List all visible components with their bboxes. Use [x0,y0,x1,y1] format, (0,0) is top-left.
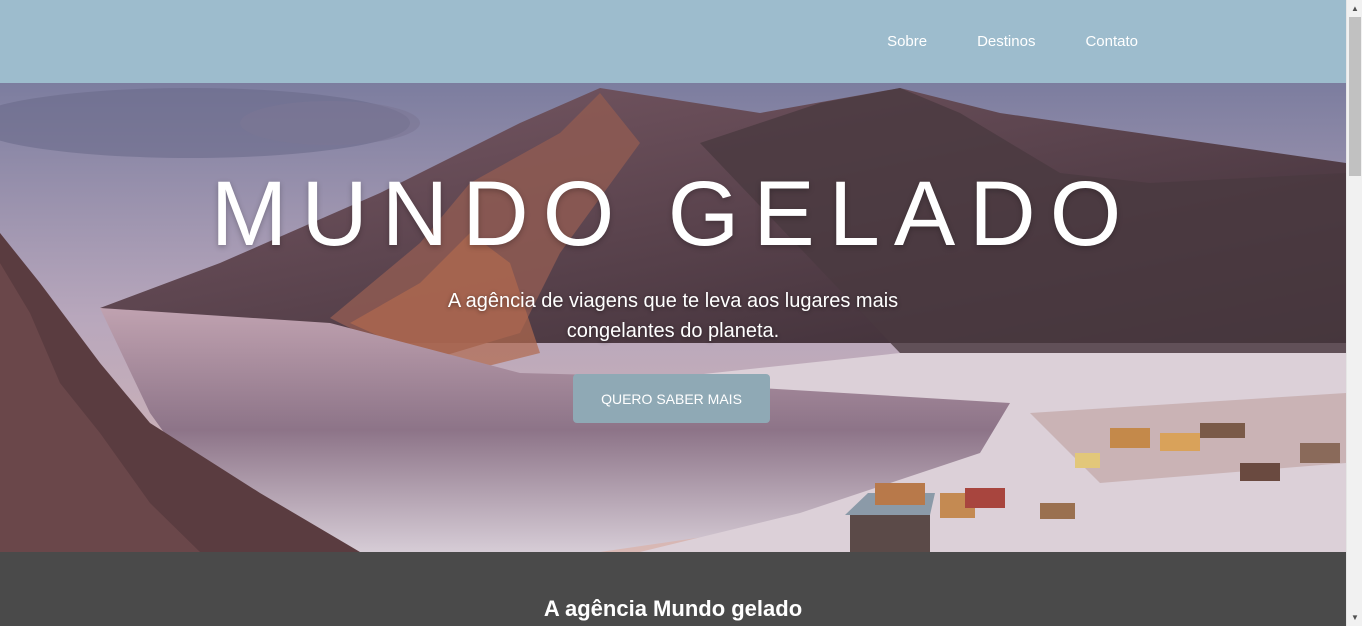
page: Sobre Destinos Contato MUNDO GELADO A ag… [0,0,1346,626]
nav-link-destinos[interactable]: Destinos [977,33,1035,50]
about-title: A agência Mundo gelado [543,596,803,621]
hero-section: MUNDO GELADO A agência de viagens que te… [0,83,1346,552]
triangle-down-icon[interactable]: ▼ [1347,609,1362,626]
scrollbar-thumb[interactable] [1349,17,1361,176]
nav-link-contato[interactable]: Contato [1085,33,1138,50]
main-nav: Sobre Destinos Contato [837,0,1138,83]
vertical-scrollbar[interactable]: ▲ ▼ [1346,0,1362,626]
about-section: A agência Mundo gelado [0,552,1346,626]
nav-link-sobre[interactable]: Sobre [887,33,927,50]
hero-title: MUNDO GELADO [210,163,1136,265]
triangle-up-icon[interactable]: ▲ [1347,0,1362,17]
hero-subtitle: A agência de viagens que te leva aos lug… [447,290,899,342]
site-header: Sobre Destinos Contato [0,0,1346,83]
quero-saber-mais-button[interactable]: QUERO SABER MAIS [573,374,770,423]
